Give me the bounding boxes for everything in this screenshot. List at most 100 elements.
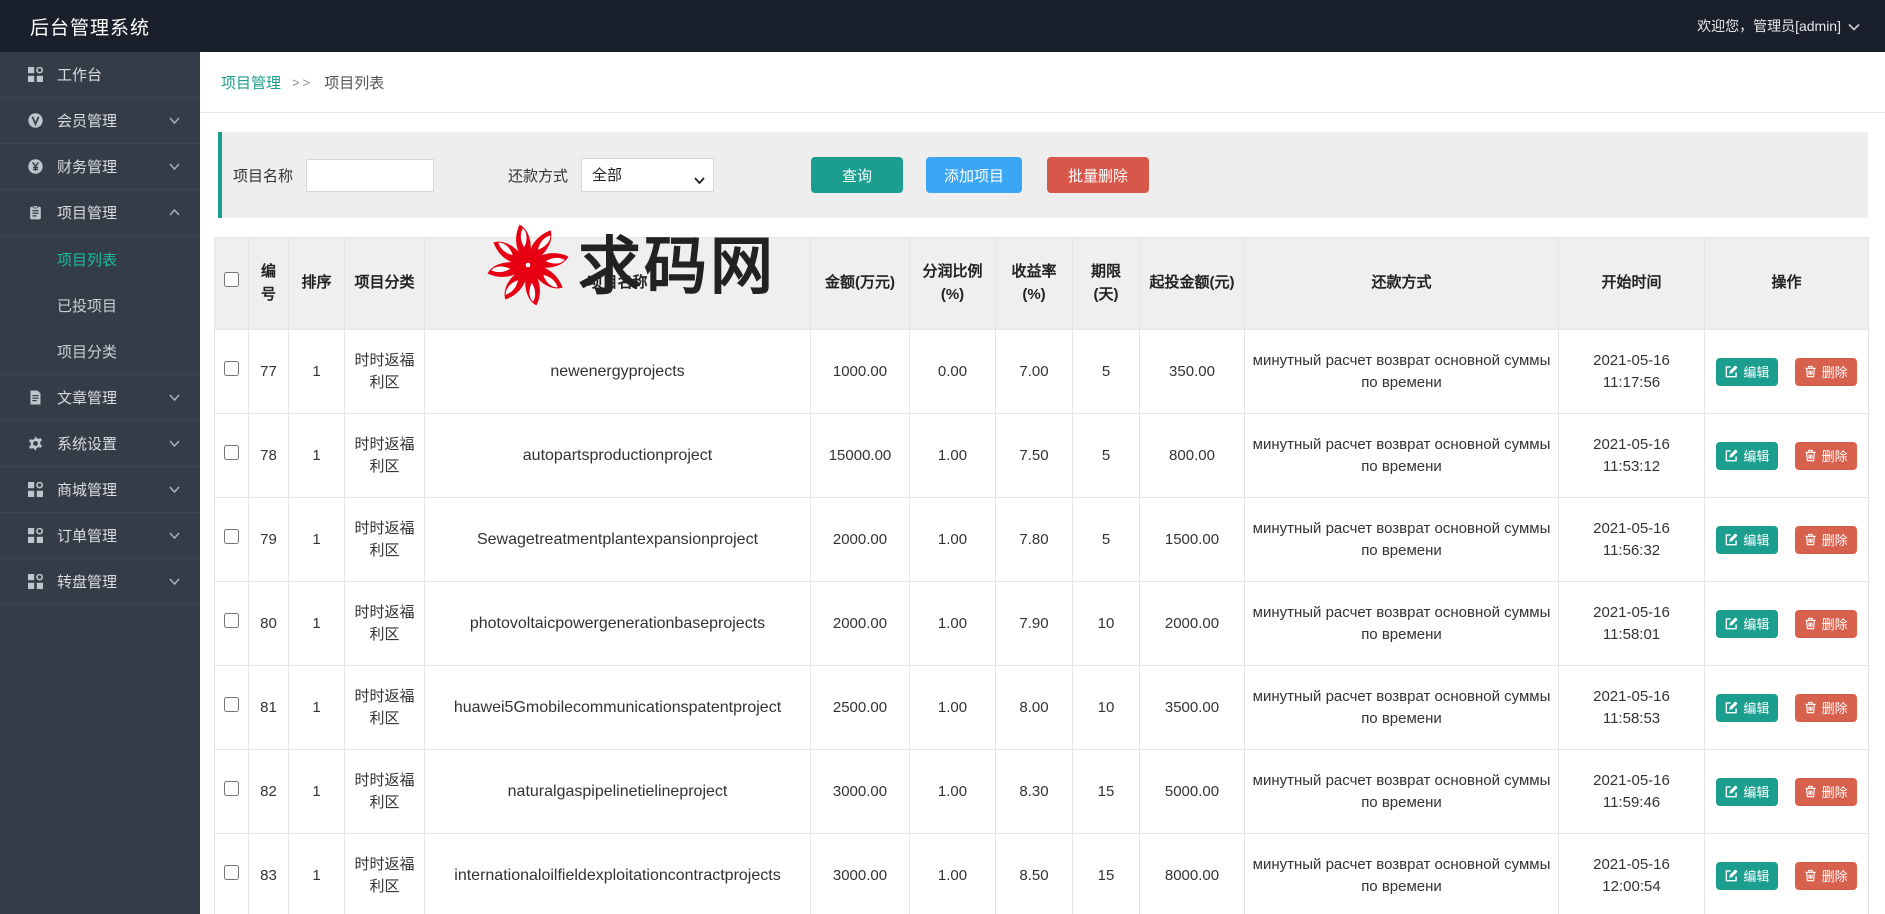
chevron-down-icon	[169, 532, 180, 539]
row-checkbox[interactable]	[224, 697, 239, 712]
cell-yield-rate: 8.30	[996, 750, 1073, 834]
cell-repay-method: минутный расчет возврат основной суммы п…	[1245, 498, 1559, 582]
table-row: 82 1 时时返福利区 naturalgaspipelinetielinepro…	[215, 750, 1869, 834]
cell-share-ratio: 1.00	[910, 666, 996, 750]
cell-project-name: photovoltaicpowergenerationbaseprojects	[425, 582, 811, 666]
sidebar-item-wheel[interactable]: 转盘管理	[0, 559, 200, 605]
delete-button[interactable]: 删除	[1795, 694, 1857, 722]
search-button[interactable]: 查询	[811, 157, 903, 193]
breadcrumb-parent-link[interactable]: 项目管理	[221, 72, 281, 93]
repay-method-label: 还款方式	[508, 165, 568, 186]
row-checkbox[interactable]	[224, 529, 239, 544]
cell-share-ratio: 1.00	[910, 582, 996, 666]
trash-icon	[1804, 533, 1817, 546]
main-content: 项目管理 >> 项目列表 项目名称 还款方式 全部 查询 添加项目 批量删除	[200, 0, 1885, 914]
cell-id: 81	[249, 666, 289, 750]
delete-button-label: 删除	[1822, 782, 1848, 801]
edit-button[interactable]: 编辑	[1716, 610, 1778, 638]
table-header-row: 编号 排序 项目分类 项目名称 金额(万元) 分润比例(%) 收益率(%) 期限…	[215, 238, 1869, 330]
cell-category: 时时返福利区	[345, 414, 425, 498]
sidebar-item-label: 文章管理	[57, 387, 169, 408]
sidebar-item-orders[interactable]: 订单管理	[0, 513, 200, 559]
edit-button[interactable]: 编辑	[1716, 778, 1778, 806]
sidebar-item-label: 财务管理	[57, 156, 169, 177]
cell-actions: 编辑 删除	[1705, 666, 1869, 750]
sidebar-item-mall[interactable]: 商城管理	[0, 467, 200, 513]
delete-button-label: 删除	[1822, 866, 1848, 885]
sidebar-item-settings[interactable]: 系统设置	[0, 421, 200, 467]
row-checkbox[interactable]	[224, 445, 239, 460]
cell-share-ratio: 0.00	[910, 330, 996, 414]
select-all-checkbox[interactable]	[224, 272, 239, 287]
delete-button-label: 删除	[1822, 698, 1848, 717]
row-checkbox[interactable]	[224, 361, 239, 376]
project-table-wrap: 编号 排序 项目分类 项目名称 金额(万元) 分润比例(%) 收益率(%) 期限…	[214, 237, 1885, 914]
edit-button[interactable]: 编辑	[1716, 442, 1778, 470]
sidebar-item-workbench[interactable]: 工作台	[0, 52, 200, 98]
cell-start-time: 2021-05-16 12:00:54	[1559, 834, 1705, 914]
edit-button[interactable]: 编辑	[1716, 694, 1778, 722]
row-select-cell	[215, 582, 249, 666]
grid-icon	[28, 528, 44, 544]
edit-icon	[1725, 701, 1738, 714]
batch-delete-button[interactable]: 批量删除	[1047, 157, 1149, 193]
cell-project-name: internationaloilfieldexploitationcontrac…	[425, 834, 811, 914]
edit-button[interactable]: 编辑	[1716, 358, 1778, 386]
cell-amount: 1000.00	[811, 330, 910, 414]
edit-button[interactable]: 编辑	[1716, 526, 1778, 554]
chevron-down-icon	[169, 486, 180, 493]
top-bar: 后台管理系统 欢迎您，管理员[admin]	[0, 0, 1885, 52]
sidebar-item-members[interactable]: 会员管理	[0, 98, 200, 144]
cell-id: 79	[249, 498, 289, 582]
edit-button-label: 编辑	[1743, 614, 1769, 633]
cell-min-invest: 5000.00	[1140, 750, 1245, 834]
cell-category: 时时返福利区	[345, 330, 425, 414]
table-row: 81 1 时时返福利区 huawei5Gmobilecommunications…	[215, 666, 1869, 750]
header-share: 分润比例(%)	[910, 238, 996, 330]
cell-category: 时时返福利区	[345, 834, 425, 914]
edit-button-label: 编辑	[1743, 446, 1769, 465]
delete-button[interactable]: 删除	[1795, 358, 1857, 386]
cell-actions: 编辑 删除	[1705, 498, 1869, 582]
project-name-input[interactable]	[306, 159, 434, 192]
edit-button[interactable]: 编辑	[1716, 862, 1778, 890]
add-project-button[interactable]: 添加项目	[926, 157, 1022, 193]
delete-button[interactable]: 删除	[1795, 778, 1857, 806]
delete-button[interactable]: 删除	[1795, 442, 1857, 470]
delete-button[interactable]: 删除	[1795, 526, 1857, 554]
header-start-time: 开始时间	[1559, 238, 1705, 330]
filter-bar: 项目名称 还款方式 全部 查询 添加项目 批量删除	[218, 132, 1868, 218]
cell-sort: 1	[289, 750, 345, 834]
repay-method-select[interactable]: 全部	[581, 158, 714, 192]
cell-project-name: Sewagetreatmentplantexpansionproject	[425, 498, 811, 582]
sidebar-item-projects[interactable]: 项目管理	[0, 190, 200, 236]
row-select-cell	[215, 666, 249, 750]
cell-min-invest: 2000.00	[1140, 582, 1245, 666]
row-checkbox[interactable]	[224, 865, 239, 880]
sidebar-item-finance[interactable]: 财务管理	[0, 144, 200, 190]
breadcrumb-current: 项目列表	[324, 72, 384, 93]
delete-button[interactable]: 删除	[1795, 610, 1857, 638]
sidebar-item-articles[interactable]: 文章管理	[0, 375, 200, 421]
row-checkbox[interactable]	[224, 781, 239, 796]
cell-actions: 编辑 删除	[1705, 330, 1869, 414]
chevron-down-icon	[169, 578, 180, 585]
trash-icon	[1804, 617, 1817, 630]
row-checkbox[interactable]	[224, 613, 239, 628]
row-select-cell	[215, 414, 249, 498]
cell-actions: 编辑 删除	[1705, 582, 1869, 666]
sidebar-subitem[interactable]: 项目列表	[0, 236, 200, 282]
cell-yield-rate: 7.00	[996, 330, 1073, 414]
table-row: 77 1 时时返福利区 newenergyprojects 1000.00 0.…	[215, 330, 1869, 414]
user-menu[interactable]: 欢迎您，管理员[admin]	[1697, 16, 1860, 36]
cell-term: 5	[1073, 414, 1140, 498]
edit-button-label: 编辑	[1743, 866, 1769, 885]
cell-id: 82	[249, 750, 289, 834]
sidebar-subitem[interactable]: 项目分类	[0, 328, 200, 374]
edit-icon	[1725, 449, 1738, 462]
cell-start-time: 2021-05-16 11:56:32	[1559, 498, 1705, 582]
delete-button[interactable]: 删除	[1795, 862, 1857, 890]
welcome-text: 欢迎您，管理员[admin]	[1697, 16, 1841, 36]
cell-start-time: 2021-05-16 11:58:53	[1559, 666, 1705, 750]
sidebar-subitem[interactable]: 已投项目	[0, 282, 200, 328]
